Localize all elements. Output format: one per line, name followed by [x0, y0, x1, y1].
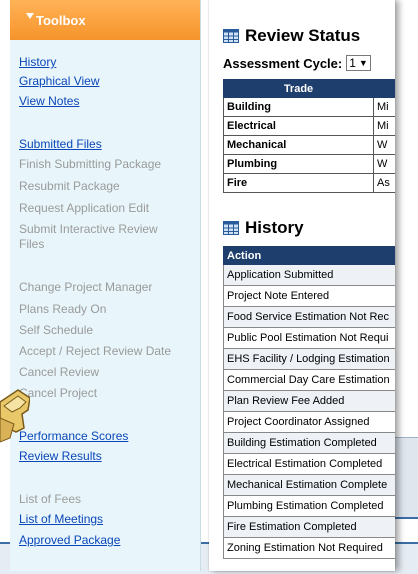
table-row: Zoning Estimation Not Required [223, 537, 395, 559]
toolbox-item-cancel-review: Cancel Review [19, 365, 100, 379]
toolbox-item-view-notes[interactable]: View Notes [19, 94, 79, 109]
action-cell: Project Coordinator Assigned [223, 411, 395, 433]
table-row: Building Mi [223, 97, 395, 117]
review-status-table: Trade Building Mi Electrical Mi Mechanic… [223, 79, 395, 193]
toolbox-item-submit-interactive-review-files: Files [19, 237, 45, 251]
status-cell: W [373, 154, 395, 174]
chevron-down-icon: ▼ [358, 58, 368, 68]
assessment-cycle-row: Assessment Cycle: 1 ▼ [223, 55, 371, 71]
table-icon [223, 29, 239, 43]
trade-cell: Electrical [223, 116, 374, 136]
table-row: Electrical Mi [223, 116, 395, 136]
table-row: Building Estimation Completed [223, 432, 395, 454]
background-strip [392, 437, 418, 518]
column-header-status [373, 79, 395, 98]
toolbox-item-history[interactable]: History [19, 55, 56, 70]
table-row: Application Submitted [223, 264, 395, 286]
toolbox-item-graphical-view[interactable]: Graphical View [19, 74, 99, 89]
toolbox-item-approved-package[interactable]: Approved Package [19, 533, 120, 548]
table-row: Food Service Estimation Not Rec [223, 306, 395, 328]
collapse-triangle-icon[interactable] [26, 13, 34, 19]
table-row: Project Note Entered [223, 285, 395, 307]
action-cell: Plan Review Fee Added [223, 390, 395, 412]
trade-cell: Fire [223, 173, 374, 193]
action-cell: Building Estimation Completed [223, 432, 395, 454]
scroll-icon [0, 389, 30, 443]
toolbox-item-list-of-fees: List of Fees [19, 492, 82, 506]
status-cell: Mi [373, 116, 395, 136]
toolbox-item-self-schedule: Self Schedule [19, 323, 94, 337]
trade-cell: Building [223, 97, 374, 117]
toolbox-item-resubmit-package: Resubmit Package [19, 179, 120, 193]
toolbox-item-list-of-meetings[interactable]: List of Meetings [19, 512, 103, 527]
toolbox-item-plans-ready-on: Plans Ready On [19, 302, 107, 316]
action-cell: Zoning Estimation Not Required [223, 537, 395, 559]
column-header-trade: Trade [223, 79, 374, 98]
history-heading: History [223, 218, 304, 238]
action-cell: Fire Estimation Completed [223, 516, 395, 538]
table-row: Mechanical W [223, 135, 395, 155]
table-row: Mechanical Estimation Complete [223, 474, 395, 496]
status-cell: W [373, 135, 395, 155]
action-cell: Mechanical Estimation Complete [223, 474, 395, 496]
status-cell: As [373, 173, 395, 193]
table-row: Plumbing W [223, 154, 395, 174]
table-row: EHS Facility / Lodging Estimation [223, 348, 395, 370]
toolbox-item-review-results[interactable]: Review Results [19, 449, 102, 464]
action-cell: Food Service Estimation Not Rec [223, 306, 395, 328]
table-row: Fire As [223, 173, 395, 193]
toolbox-title: Toolbox [36, 12, 86, 28]
table-row: Plan Review Fee Added [223, 390, 395, 412]
action-cell: Project Note Entered [223, 285, 395, 307]
assessment-cycle-value: 1 [349, 56, 356, 70]
trade-cell: Plumbing [223, 154, 374, 174]
assessment-cycle-label: Assessment Cycle: [223, 55, 343, 71]
table-row: Project Coordinator Assigned [223, 411, 395, 433]
toolbox-panel: Toolbox History Graphical View View Note… [10, 0, 201, 571]
table-row: Fire Estimation Completed [223, 516, 395, 538]
toolbox-item-change-project-manager: Change Project Manager [19, 280, 153, 294]
action-cell: Plumbing Estimation Completed [223, 495, 395, 517]
review-status-heading: Review Status [223, 26, 360, 46]
toolbox-item-performance-scores[interactable]: Performance Scores [19, 429, 128, 444]
toolbox-item-finish-submitting-package: Finish Submitting Package [19, 157, 162, 171]
toolbox-header[interactable]: Toolbox [10, 0, 200, 40]
history-title: History [245, 218, 304, 237]
toolbox-item-accept-reject-review-date: Accept / Reject Review Date [19, 344, 172, 358]
table-row: Public Pool Estimation Not Requi [223, 327, 395, 349]
review-panel: Review Status Assessment Cycle: 1 ▼ Trad… [209, 0, 395, 571]
history-table: Action Application Submitted Project Not… [223, 246, 395, 559]
action-cell: Electrical Estimation Completed [223, 453, 395, 475]
toolbox-item-submitted-files[interactable]: Submitted Files [19, 137, 102, 152]
trade-cell: Mechanical [223, 135, 374, 155]
toolbox-item-cancel-project: Cancel Project [19, 386, 98, 400]
table-row: Electrical Estimation Completed [223, 453, 395, 475]
status-cell: Mi [373, 97, 395, 117]
table-row: Plumbing Estimation Completed [223, 495, 395, 517]
action-cell: Public Pool Estimation Not Requi [223, 327, 395, 349]
toolbox-item-submit-interactive-review: Submit Interactive Review [19, 222, 158, 236]
toolbox-item-request-application-edit: Request Application Edit [19, 201, 150, 215]
action-cell: EHS Facility / Lodging Estimation [223, 348, 395, 370]
action-cell: Commercial Day Care Estimation [223, 369, 395, 391]
background-accent-line [392, 517, 418, 519]
review-status-title: Review Status [245, 26, 361, 45]
column-header-action: Action [223, 246, 395, 265]
action-cell: Application Submitted [223, 264, 395, 286]
table-icon [223, 221, 239, 235]
assessment-cycle-select[interactable]: 1 ▼ [346, 55, 371, 71]
table-row: Commercial Day Care Estimation [223, 369, 395, 391]
